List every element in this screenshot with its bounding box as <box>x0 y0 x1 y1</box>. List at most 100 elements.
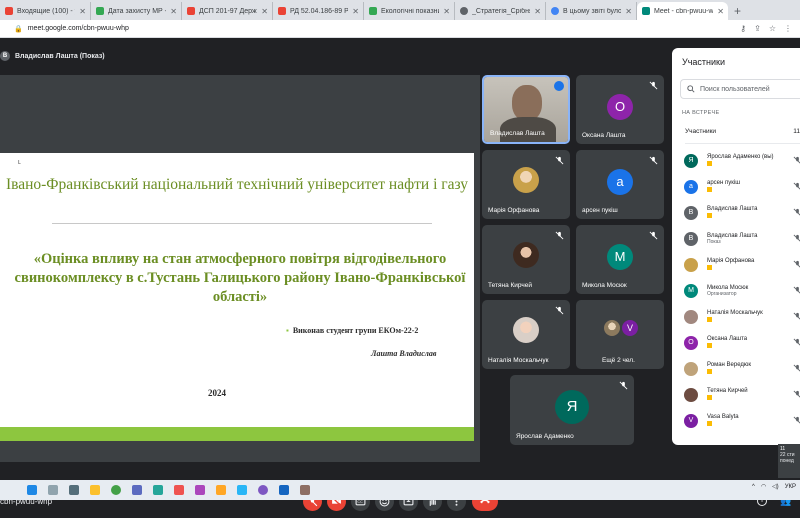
search-icon <box>687 85 695 93</box>
key-icon[interactable]: ⚷ <box>740 24 746 33</box>
language-indicator[interactable]: УКР <box>785 484 796 490</box>
badge-icon <box>707 187 712 192</box>
participant-avatar: О <box>607 93 633 120</box>
mic-off-icon <box>555 306 564 315</box>
browser-tab[interactable]: В цьому звіті було прове✕ <box>546 2 637 20</box>
badge-icon <box>707 343 712 348</box>
participant-row[interactable]: M Микола Мосюк Организатор <box>684 278 800 304</box>
browser-tab-strip: Входящие (100) - yarad1✕ Дата захисту МР… <box>0 0 800 20</box>
lock-icon: 🔒 <box>14 25 23 33</box>
participant-count: 11 <box>793 128 800 135</box>
browser-tab[interactable]: Екологічні показники - I✕ <box>364 2 455 20</box>
close-icon[interactable]: ✕ <box>170 7 177 16</box>
notification-text: 22 сти понед <box>780 452 795 464</box>
badge-icon <box>707 369 712 374</box>
browser-tab[interactable]: Дата захисту МР - Goog✕ <box>91 2 182 20</box>
browser-tab[interactable]: ДСП 201-97 Державні са✕ <box>182 2 273 20</box>
app-icon[interactable] <box>237 485 247 495</box>
gmail-icon <box>5 7 13 15</box>
word-icon[interactable] <box>279 485 289 495</box>
chevron-up-icon[interactable]: ^ <box>752 484 755 490</box>
menu-icon[interactable]: ⋮ <box>784 24 792 33</box>
presentation-stage: ʟ Івано-Франківський національний техніч… <box>0 75 480 462</box>
participant-row[interactable]: Наталія Москальчук <box>684 304 800 330</box>
participant-tile[interactable]: Тетяна Кирчей <box>482 225 570 294</box>
mic-off-icon <box>793 312 800 320</box>
participant-tile[interactable]: Я Ярослав Адаменко <box>510 375 634 445</box>
participant-avatar: Я <box>555 390 589 425</box>
participant-photo <box>513 317 539 344</box>
mic-off-icon <box>793 338 800 346</box>
participant-avatar: а <box>684 180 698 194</box>
bullet-icon: ▪ <box>286 326 289 335</box>
participant-avatar <box>684 362 698 376</box>
mic-off-icon <box>649 156 658 165</box>
windows-start-icon[interactable] <box>27 485 37 495</box>
participant-row[interactable]: B Владислав Лашта Показ <box>684 226 800 252</box>
participant-avatar <box>684 388 698 402</box>
participant-tile[interactable]: а арсен пукіш <box>576 150 664 219</box>
overflow-photo <box>604 320 620 336</box>
participant-row[interactable]: а арсен пукіш <box>684 174 800 200</box>
mic-off-icon <box>649 81 658 90</box>
volume-icon[interactable]: ◁) <box>772 483 779 490</box>
participant-tile[interactable]: Марія Орфанова <box>482 150 570 219</box>
star-icon[interactable]: ☆ <box>769 24 776 33</box>
participant-tile-overflow[interactable]: V Ещё 2 чел. <box>576 300 664 369</box>
taskview-icon[interactable] <box>69 485 79 495</box>
browser-tab[interactable]: _Стратегія_Срібнянськ✕ <box>455 2 546 20</box>
close-icon[interactable]: ✕ <box>261 7 268 16</box>
participant-tile[interactable]: О Оксана Лашта <box>576 75 664 144</box>
participant-row[interactable]: B Владислав Лашта <box>684 200 800 226</box>
new-tab-button[interactable]: + <box>728 2 747 20</box>
app-icon[interactable] <box>132 485 142 495</box>
close-icon[interactable]: ✕ <box>717 7 724 16</box>
close-icon[interactable]: ✕ <box>625 7 632 16</box>
browser-tab[interactable]: Входящие (100) - yarad1✕ <box>0 2 91 20</box>
search-icon[interactable] <box>48 485 58 495</box>
close-icon[interactable]: ✕ <box>534 7 541 16</box>
participant-tile[interactable]: М Миколa Мосюк <box>576 225 664 294</box>
participant-tile[interactable]: Наталія Москальчук <box>482 300 570 369</box>
app-icon[interactable] <box>195 485 205 495</box>
participant-search-input[interactable]: Поиск пользователей <box>680 79 800 99</box>
chrome-icon[interactable] <box>111 485 121 495</box>
notification-popup: 11 22 сти понед <box>778 444 800 478</box>
app-icon[interactable] <box>216 485 226 495</box>
sheets-icon <box>369 7 377 15</box>
close-icon[interactable]: ✕ <box>443 7 450 16</box>
participants-group-header[interactable]: Участники 11 <box>685 128 800 144</box>
browser-tab[interactable]: РД 52.04.186-89 Руковод✕ <box>273 2 364 20</box>
app-icon[interactable] <box>174 485 184 495</box>
slide-title: Івано-Франківський національний технічни… <box>5 176 469 193</box>
participant-row[interactable]: Роман Вередюк <box>684 356 800 382</box>
meet-window: B Владислав Лашта (Показ) ʟ Івано-Франкі… <box>0 38 800 518</box>
participant-row[interactable]: Тетяна Кирчей <box>684 382 800 408</box>
participant-avatar: B <box>684 206 698 220</box>
address-bar[interactable]: 🔒 meet.google.com/cbn-pwuu-whp ⚷ ⇪ ☆ ⋮ <box>0 20 800 38</box>
participant-name: Наталія Москальчук <box>707 310 763 316</box>
participant-tile[interactable]: Владислав Лашта <box>482 75 570 144</box>
participant-row[interactable]: Марія Орфанова <box>684 252 800 278</box>
wifi-icon[interactable]: ◠ <box>761 483 766 490</box>
close-icon[interactable]: ✕ <box>352 7 359 16</box>
participant-photo <box>513 167 539 194</box>
participant-name: Ярослав Адаменко (вы) <box>707 154 774 160</box>
google-icon <box>551 7 559 15</box>
mic-off-icon <box>793 156 800 164</box>
participant-row[interactable]: Я Ярослав Адаменко (вы) <box>684 148 800 174</box>
explorer-icon[interactable] <box>90 485 100 495</box>
participant-row[interactable]: О Оксана Лашта <box>684 330 800 356</box>
participant-name: Vasa Balyta <box>707 414 739 420</box>
viber-icon[interactable] <box>258 485 268 495</box>
share-icon[interactable]: ⇪ <box>754 24 761 33</box>
pdf-icon <box>278 7 286 15</box>
participant-row[interactable]: V Vasa Balyta <box>684 408 800 434</box>
app-icon[interactable] <box>153 485 163 495</box>
browser-tab-active[interactable]: Meet - cbn-pwuu-wh ✕ <box>637 2 728 20</box>
app-icon[interactable] <box>300 485 310 495</box>
close-icon[interactable]: ✕ <box>79 7 86 16</box>
badge-icon <box>707 395 712 400</box>
participant-avatar: О <box>684 336 698 350</box>
badge-icon <box>707 421 712 426</box>
